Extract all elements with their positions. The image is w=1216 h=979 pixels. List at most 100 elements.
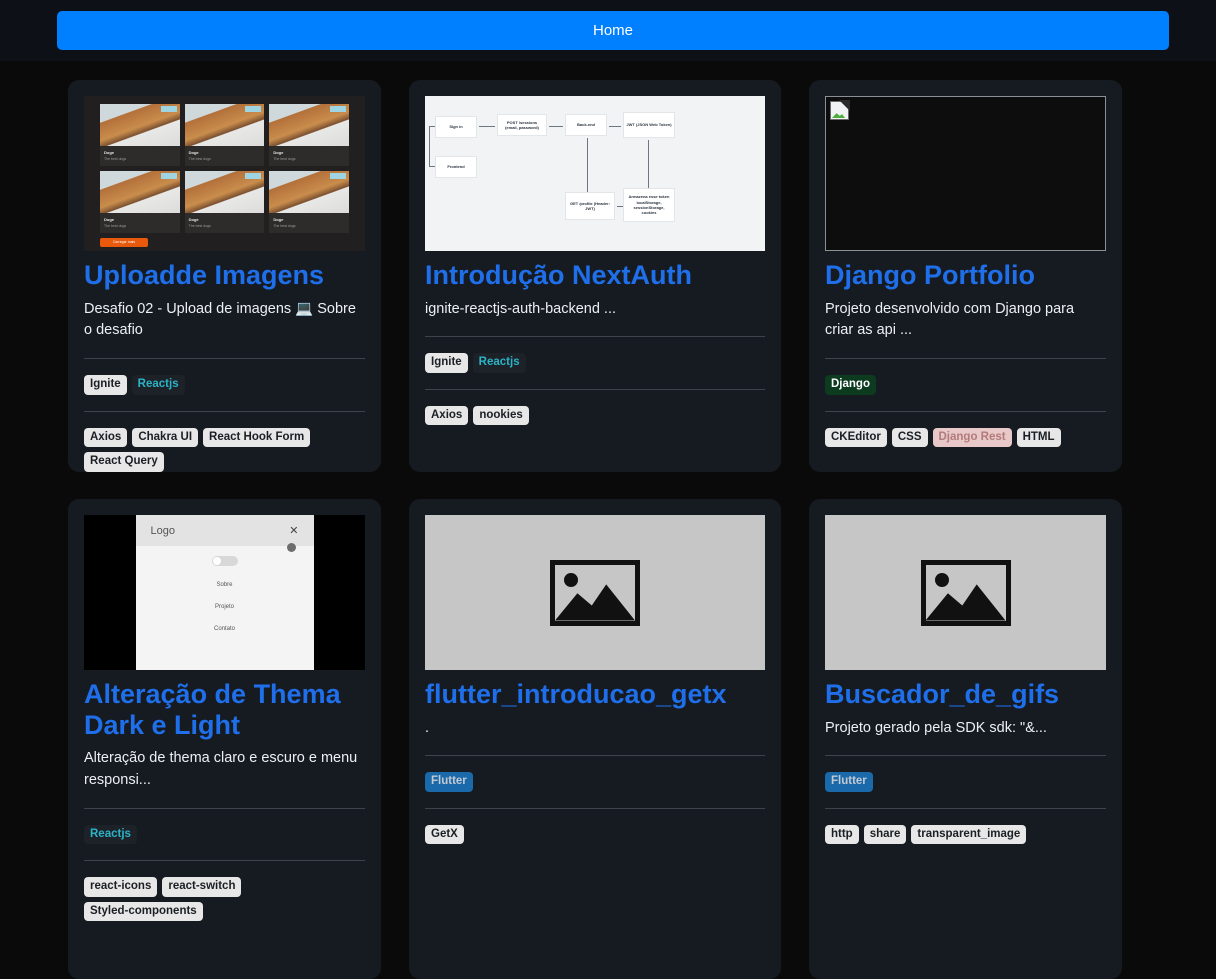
project-card[interactable]: flutter_introducao_getx. Flutter GetX (409, 499, 781, 979)
divider (825, 807, 1106, 809)
library-tag-row: GetX (425, 824, 765, 845)
topic-tag-row: Flutter (825, 772, 1106, 792)
library-tag[interactable]: GetX (425, 824, 464, 845)
project-card[interactable]: Sign in Frontend POST /sessions (email, pa… (409, 80, 781, 472)
library-tag[interactable]: Django Rest (932, 427, 1012, 447)
gallery-tile-title: Doge (273, 150, 284, 155)
thumbnail-placeholder (825, 515, 1106, 670)
thumbnail-broken-image (825, 96, 1106, 251)
gallery-tile-subtitle: The best dogs (188, 157, 211, 161)
diagram-connector (429, 126, 430, 166)
library-tag[interactable]: transparent_image (911, 824, 1027, 845)
gallery-tile-meta: Doge The best dogs (185, 146, 265, 166)
diagram-connector (549, 126, 563, 127)
library-tag[interactable]: HTML (1016, 427, 1061, 447)
library-tag[interactable]: React Hook Form (203, 427, 311, 447)
gallery-tile: Doge The best dogs (100, 104, 180, 166)
divider (825, 755, 1106, 757)
topic-tag-row: Reactjs (84, 824, 365, 844)
topic-tag-row: Ignite Reactjs (84, 375, 365, 395)
gallery-tile: Doge The best dogs (269, 171, 349, 233)
topic-tag[interactable]: Reactjs (131, 375, 185, 395)
divider (84, 860, 365, 861)
library-tag[interactable]: share (863, 824, 907, 845)
theme-toggle-switch (211, 556, 238, 566)
diagram-node: GET /profile (Header: JWT) (565, 192, 615, 220)
topic-tag[interactable]: Reactjs (84, 824, 137, 844)
diagram-node: Armazena esse token localStorage, sessio… (623, 188, 675, 222)
library-tag[interactable]: Axios (425, 405, 469, 426)
topic-tag[interactable]: Flutter (425, 772, 473, 792)
menu-item: Projeto (214, 604, 234, 610)
topic-tag[interactable]: Django (825, 375, 876, 395)
diagram-node: Sign in (435, 116, 477, 138)
diagram-connector (648, 140, 649, 188)
gallery-tile-meta: Doge The best dogs (269, 213, 349, 233)
gallery-tile-subtitle: The best dogs (188, 224, 211, 228)
library-tag[interactable]: React Query (84, 452, 164, 472)
placeholder-sun-icon (934, 572, 949, 587)
library-tag[interactable]: CSS (891, 427, 928, 447)
project-title[interactable]: Alteração de Thema Dark e Light (84, 679, 365, 740)
thumbnail-mobile-menu: Logo ✕ Sobre Projeto Contato (84, 515, 365, 670)
divider (425, 807, 765, 809)
library-tag[interactable]: react-switch (162, 877, 242, 897)
gallery-tile-subtitle: The best dogs (273, 224, 296, 228)
project-description: ignite-reactjs-auth-backend ... (425, 300, 617, 317)
nav-home-button[interactable]: Home (57, 11, 1169, 50)
library-tag-row: CKEditor CSS Django Rest HTML (825, 427, 1106, 447)
topic-tag[interactable]: Ignite (425, 353, 468, 373)
divider (84, 807, 365, 809)
project-description: Desafio 02 - Upload de imagens 💻 Sobre o… (84, 300, 356, 339)
cursor-dot-icon (286, 543, 296, 552)
diagram-node: Frontend (435, 156, 477, 178)
library-tag[interactable]: Styled-components (84, 901, 203, 921)
project-card-grid: Doge The best dogs Doge The best dogs Doge Th… (0, 61, 1216, 979)
project-description: Projeto gerado pela SDK sdk: "&... (825, 719, 1047, 736)
project-title[interactable]: Django Portfolio (825, 260, 1106, 291)
doge-photo (269, 104, 349, 146)
project-title[interactable]: Buscador_de_gifs (825, 679, 1106, 710)
gallery-grid: Doge The best dogs Doge The best dogs Doge Th… (100, 104, 349, 233)
library-tag[interactable]: react-icons (84, 877, 158, 897)
topic-tag[interactable]: Ignite (84, 375, 127, 395)
placeholder-sun-icon (564, 572, 578, 587)
project-title[interactable]: Uploadde Imagens (84, 260, 365, 291)
gallery-tile-title: Doge (188, 217, 199, 222)
library-tag[interactable]: CKEditor (825, 427, 887, 447)
image-placeholder-icon (550, 559, 640, 626)
project-card[interactable]: Logo ✕ Sobre Projeto Contato Alteração de The… (68, 499, 381, 979)
gallery-tile-subtitle: The best dogs (104, 224, 127, 228)
divider (425, 336, 765, 338)
library-tag[interactable]: http (825, 824, 859, 845)
project-card[interactable]: Buscador_de_gifs Projeto gerado pela SDK … (809, 499, 1122, 979)
library-tag[interactable]: Axios (84, 427, 128, 447)
logo-text: Logo (150, 524, 175, 537)
diagram-node: POST /sessions (email, password) (497, 114, 547, 136)
library-tag-row: Axios Chakra UI React Hook Form React Query (84, 427, 365, 472)
diagram-connector (587, 138, 588, 192)
project-card[interactable]: Django Portfolio Projeto desenvolvido com… (809, 80, 1122, 472)
library-tag-row: react-icons react-switch Styled-components (84, 877, 365, 921)
divider (84, 358, 365, 359)
project-description: . (425, 719, 430, 736)
library-tag[interactable]: Chakra UI (132, 427, 199, 447)
load-more-button: Carregar mais (100, 238, 148, 247)
menu-item: Sobre (216, 582, 233, 588)
gallery-tile-title: Doge (104, 150, 114, 155)
library-tag[interactable]: nookies (473, 405, 529, 426)
project-title[interactable]: flutter_introducao_getx (425, 679, 765, 710)
gallery-tile-subtitle: The best dogs (273, 157, 296, 161)
topic-tag-row: Flutter (425, 772, 765, 792)
thumbnail-auth-diagram: Sign in Frontend POST /sessions (email, pa… (425, 96, 765, 251)
gallery-tile-meta: Doge The best dogs (100, 146, 180, 166)
topic-tag[interactable]: Flutter (825, 772, 873, 792)
gallery-tile-title: Doge (104, 217, 114, 222)
gallery-tile-meta: Doge The best dogs (100, 213, 180, 233)
topic-tag[interactable]: Reactjs (472, 353, 526, 373)
topic-tag-row: Django (825, 375, 1106, 395)
project-title[interactable]: Introdução NextAuth (425, 260, 765, 291)
project-card[interactable]: Doge The best dogs Doge The best dogs Doge Th… (68, 80, 381, 472)
divider (84, 410, 365, 412)
doge-photo (184, 171, 265, 213)
